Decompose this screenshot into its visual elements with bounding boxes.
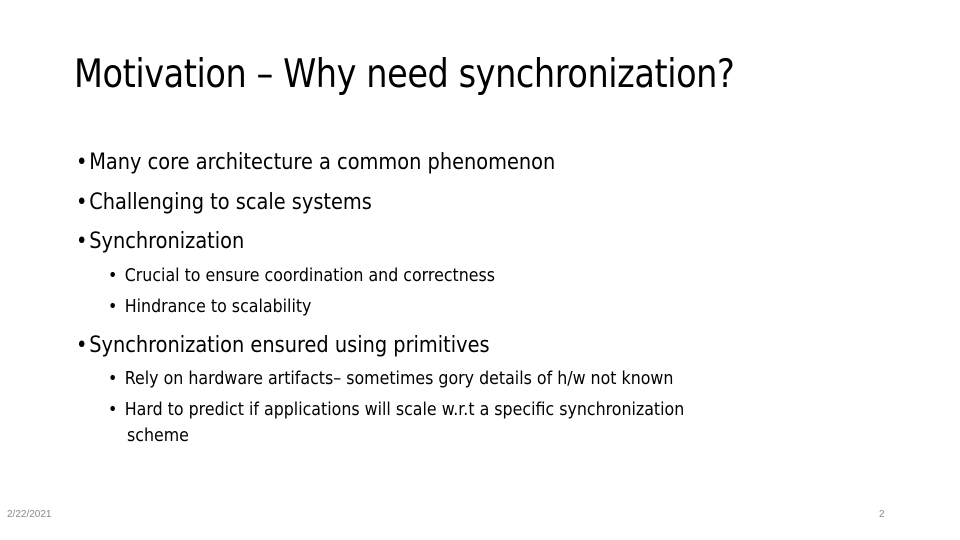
bullet-text: Synchronization — [89, 229, 245, 254]
bullet-item: •Synchronization ensured using primitive… — [76, 333, 490, 358]
bullet-text: Challenging to scale systems — [89, 190, 372, 215]
bullet-icon: • — [108, 368, 118, 389]
sub-bullet-text: Hindrance to scalability — [124, 296, 312, 317]
sub-bullet-item: • Hindrance to scalability — [108, 296, 311, 317]
footer-date: 2/22/2021 — [7, 509, 52, 520]
bullet-icon: • — [108, 296, 118, 317]
bullet-text: Synchronization ensured using primitives — [89, 333, 490, 358]
bullet-icon: • — [76, 333, 88, 358]
bullet-icon: • — [76, 150, 88, 175]
sub-bullet-continuation: scheme — [127, 425, 189, 446]
slide-title: Motivation – Why need synchronization? — [74, 52, 735, 97]
bullet-item: •Synchronization — [76, 229, 244, 254]
bullet-icon: • — [108, 399, 118, 420]
bullet-icon: • — [108, 265, 118, 286]
bullet-item: •Challenging to scale systems — [76, 190, 372, 215]
bullet-icon: • — [76, 190, 88, 215]
bullet-icon: • — [76, 229, 88, 254]
sub-bullet-text: Rely on hardware artifacts– sometimes go… — [124, 368, 674, 389]
slide-number: 2 — [879, 509, 885, 520]
bullet-text: Many core architecture a common phenomen… — [89, 150, 556, 175]
sub-bullet-item: • Rely on hardware artifacts– sometimes g… — [108, 368, 673, 389]
sub-bullet-item: • Crucial to ensure coordination and corr… — [108, 265, 495, 286]
sub-bullet-text: Crucial to ensure coordination and corre… — [124, 265, 496, 286]
bullet-item: •Many core architecture a common phenome… — [76, 150, 555, 175]
sub-bullet-item: • Hard to predict if applications will sc… — [108, 399, 684, 420]
sub-bullet-text: Hard to predict if applications will sca… — [124, 399, 685, 420]
